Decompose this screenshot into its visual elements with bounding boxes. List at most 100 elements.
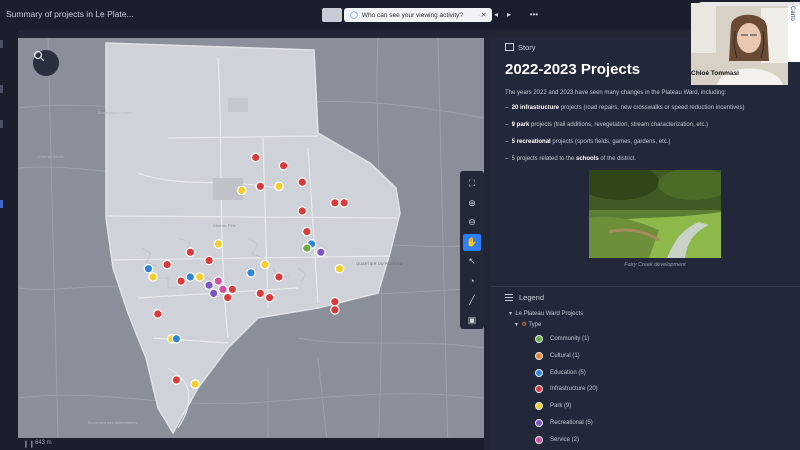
project-marker-infrastructure[interactable]: [330, 305, 340, 315]
project-marker-infrastructure[interactable]: [255, 288, 266, 299]
chevron-down-icon[interactable]: ⌄: [475, 9, 487, 21]
nav-marker[interactable]: [0, 120, 3, 128]
fullscreen-icon[interactable]: ⛶: [463, 175, 481, 192]
map-canvas: Chemin Pink QUARTIER DU PLATEAU Boulevar…: [18, 38, 484, 450]
scale-label: 643 m: [35, 440, 52, 446]
project-marker-education[interactable]: [143, 263, 154, 274]
brand-label: Carto: [789, 6, 795, 21]
back-arrow-icon[interactable]: ◂: [490, 9, 502, 21]
legend-type-group[interactable]: ▾ ⚙ Type: [515, 321, 541, 328]
legend-label: Legend: [519, 293, 545, 302]
creek-photo: [589, 170, 721, 258]
project-marker-recreational[interactable]: [204, 280, 214, 290]
project-marker-park[interactable]: [236, 185, 247, 196]
project-marker-infrastructure[interactable]: [274, 272, 284, 282]
webcam-feed: Chloé Tommasi: [691, 3, 788, 85]
story-label: Story: [518, 43, 536, 52]
zoom-in-icon[interactable]: ⊕: [463, 195, 481, 212]
legend-swatch-icon: [535, 368, 543, 377]
measure-ruler-icon[interactable]: ╱: [463, 292, 481, 309]
project-marker-infrastructure[interactable]: [339, 198, 349, 208]
nav-marker-active[interactable]: [0, 200, 3, 208]
share-area: ◯ Who can see your viewing activity? ✕: [322, 7, 493, 23]
forward-arrow-icon[interactable]: ▸: [503, 9, 515, 21]
project-marker-infrastructure[interactable]: [302, 226, 312, 237]
project-marker-infrastructure[interactable]: [297, 206, 308, 216]
thumbnail-icon[interactable]: [322, 8, 342, 22]
project-marker-park[interactable]: [274, 181, 284, 192]
book-icon: [505, 43, 514, 51]
legend-swatch-icon: [535, 385, 543, 394]
project-marker-infrastructure[interactable]: [222, 292, 233, 303]
pause-icon[interactable]: ❙❙: [23, 440, 35, 448]
legend-group-label: Le Plateau Ward Projects: [515, 311, 584, 317]
project-marker-recreational[interactable]: [208, 288, 219, 299]
map-label: QUARTIER DU PLATEAU: [356, 261, 403, 266]
nav-marker[interactable]: [0, 85, 3, 93]
project-marker-service[interactable]: [213, 276, 224, 286]
project-marker-infrastructure[interactable]: [204, 255, 214, 266]
legend-item-label: Education (5): [550, 369, 586, 376]
legend-item-label: Community (1): [550, 336, 590, 342]
story-intro: The years 2022 and 2023 have seen many c…: [505, 90, 727, 96]
project-marker-infrastructure[interactable]: [278, 160, 289, 171]
search-icon: [33, 50, 45, 62]
legend-item-label: Infrastructure (20): [550, 386, 598, 393]
project-marker-infrastructure[interactable]: [185, 247, 196, 257]
webcam-top-bar: [700, 2, 800, 6]
pan-hand-icon[interactable]: ✋: [463, 233, 481, 251]
project-marker-infrastructure[interactable]: [176, 276, 186, 286]
project-marker-infrastructure[interactable]: [250, 152, 261, 163]
category-icon: ⚙: [521, 322, 527, 328]
map-label: Chemin Pink: [213, 223, 236, 228]
project-marker-park[interactable]: [148, 272, 158, 282]
legend-item-label: Park (9): [550, 403, 572, 410]
map-footer: ❙❙ 643 m: [18, 438, 484, 450]
project-marker-infrastructure[interactable]: [330, 296, 340, 307]
project-marker-infrastructure[interactable]: [255, 181, 266, 192]
zoom-out-icon[interactable]: ⊖: [463, 214, 481, 231]
project-marker-park[interactable]: [213, 239, 224, 249]
project-marker-education[interactable]: [171, 333, 182, 344]
project-marker-community[interactable]: [302, 243, 312, 253]
brand-badge: Carto: [788, 2, 800, 62]
project-marker-infrastructure[interactable]: [162, 259, 172, 270]
story-bullets: – 20 infrastructure projects (road repai…: [505, 104, 795, 172]
map-search-button[interactable]: [33, 50, 59, 76]
participant-name: Chloé Tommasi: [691, 70, 739, 77]
legend-swatch-icon: [535, 402, 543, 411]
project-marker-infrastructure[interactable]: [264, 292, 275, 303]
left-nav-strip: [0, 30, 18, 450]
viewing-activity-prompt[interactable]: ◯ Who can see your viewing activity? ✕: [344, 8, 493, 22]
project-marker-infrastructure[interactable]: [153, 309, 163, 319]
people-icon: ◯: [350, 12, 358, 19]
project-marker-infrastructure[interactable]: [330, 198, 340, 208]
legend-swatch-icon: [535, 351, 543, 360]
legend-layer-group[interactable]: ▾ Le Plateau Ward Projects: [509, 310, 583, 317]
project-marker-infrastructure[interactable]: [297, 177, 308, 187]
project-marker-education[interactable]: [185, 272, 196, 282]
project-marker-park[interactable]: [190, 379, 200, 389]
project-marker-park[interactable]: [260, 259, 270, 270]
identify-icon[interactable]: ◔: [463, 273, 481, 290]
legend-item-label: Cultural (1): [550, 352, 580, 359]
project-marker-park[interactable]: [334, 263, 345, 274]
map-view[interactable]: Chemin Pink QUARTIER DU PLATEAU Boulevar…: [18, 38, 484, 450]
more-menu-button[interactable]: •••: [526, 9, 542, 21]
screenshot-icon[interactable]: ▣: [463, 312, 481, 329]
select-pointer-icon[interactable]: ↖: [463, 253, 481, 270]
legend-list-icon: [505, 294, 513, 301]
project-marker-education[interactable]: [246, 268, 256, 278]
project-marker-infrastructure[interactable]: [171, 375, 182, 385]
project-marker-recreational[interactable]: [316, 247, 326, 257]
nav-marker[interactable]: [0, 40, 3, 48]
legend-header: Legend: [505, 293, 544, 302]
project-marker-infrastructure[interactable]: [227, 284, 238, 295]
map-label: Boulevard Lucerne: [98, 110, 132, 115]
bullet-item: – 5 recreational projects (sports fields…: [505, 139, 671, 145]
project-marker-park[interactable]: [194, 272, 205, 282]
document-title: Summary of projects in Le Plate...: [6, 9, 134, 19]
story-title: 2022-2023 Projects: [505, 61, 641, 78]
map-toolbar: ⛶ ⊕ ⊖ ✋ ↖ ◔ ╱ ▣: [460, 171, 484, 329]
project-marker-service[interactable]: [218, 284, 228, 295]
